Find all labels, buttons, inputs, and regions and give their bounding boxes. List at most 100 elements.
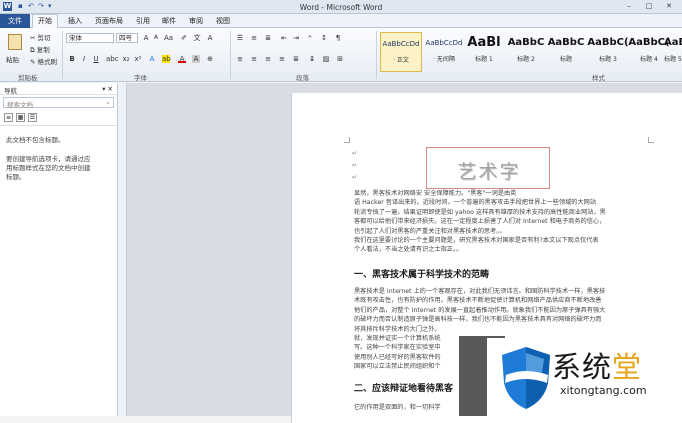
title-bar: W ▪ ↶ ↷ ▾ Word - Microsoft Word – □ ✕ [0,0,682,14]
format-painter-label: 格式刷 [37,58,58,66]
clear-format-icon[interactable]: ✐ [180,34,188,42]
watermark-logo-text: 系统堂 [552,344,642,386]
tab-file[interactable]: 文件 [0,14,30,28]
superscript-icon[interactable]: x² [134,55,142,63]
style-label: 标题 5 [664,56,682,63]
body-line: 轮流专挡了一遍，结果证明即使是如 yahoo 这样具有雄厚的技术支持的高性能商业… [354,208,606,216]
tab-insert[interactable]: 插入 [68,16,82,26]
tab-review[interactable]: 审阅 [189,16,203,26]
tab-home[interactable]: 开始 [32,14,58,29]
style-preview: AaBbCcDd [382,40,420,48]
cut-button[interactable]: ✂ 剪切 [30,32,51,42]
style-preview: AaBbC [507,37,545,48]
multilevel-list-icon[interactable]: ≣ [264,34,272,42]
numbering-icon[interactable]: ≡ [250,34,258,42]
shrink-font-icon[interactable]: A [152,34,160,42]
underline-button[interactable]: U [92,55,100,63]
align-left-icon[interactable]: ≡ [236,55,244,63]
decrease-indent-icon[interactable]: ⇤ [280,34,288,42]
highlight-icon[interactable]: ab [162,55,171,63]
style-heading-3[interactable]: AaBbC( 标题 3 [587,32,629,72]
nav-pane-title: 导航 [4,87,17,95]
sort-icon[interactable]: ↕ [320,34,328,42]
style-normal[interactable]: AaBbCcDd · 正文 [380,32,422,72]
style-heading-1[interactable]: AaBl 标题 1 [463,32,505,72]
enclose-char-icon[interactable]: ⊕ [206,55,214,63]
vertical-ruler [119,83,127,416]
close-button[interactable]: ✕ [660,1,678,12]
shading-icon[interactable]: ▨ [322,55,330,63]
change-case-icon[interactable]: Aa [164,34,173,42]
chinese-layout-icon[interactable]: ᴬ [306,34,314,42]
clipboard-group-label: 剪贴板 [18,74,38,82]
tab-references[interactable]: 引用 [136,16,150,26]
grow-font-icon[interactable]: A [142,34,150,42]
style-label: 标题 3 [599,56,617,63]
style-no-spacing[interactable]: AaBbCcDd · 无间隔 [423,32,465,72]
strikethrough-icon[interactable]: abc [106,55,119,63]
align-right-icon[interactable]: ≡ [264,55,272,63]
paragraph-group-label: 段落 [296,74,309,82]
style-heading-5[interactable]: AaBbC 标题 5 [664,32,682,72]
increase-indent-icon[interactable]: ⇥ [292,34,300,42]
navigation-pane: 导航 ▾ ✕ 搜索文档 ⌕ ≡ ▦ ☰ 此文档不包含标题。 要创建导航选项卡，请… [0,83,118,416]
headings-view-icon[interactable]: ≡ [4,113,13,122]
style-title[interactable]: AaBbC 标题 [545,32,587,72]
style-label: 标题 1 [475,56,493,63]
copy-label: 复制 [36,46,50,54]
nav-search-input[interactable]: 搜索文档 ⌕ [3,97,114,109]
char-border-icon[interactable]: A [206,34,214,42]
bold-button[interactable]: B [68,55,76,63]
results-view-icon[interactable]: ☰ [28,113,37,122]
nav-hint: 要创建导航选项卡，请通过应 用标题样式在您的文档中创建 标题。 [0,153,117,184]
no-headings-text: 此文档不包含标题。 [6,136,65,144]
phonetic-guide-icon[interactable]: 文 [193,34,201,42]
minimize-button[interactable]: – [620,1,638,12]
justify-icon[interactable]: ≡ [278,55,286,63]
heading-1: 一、黑客技术属于科学技术的范畴 [354,270,490,280]
paste-icon[interactable] [8,34,22,50]
char-shading-icon[interactable]: A [192,55,200,63]
font-color-icon[interactable]: A [178,55,186,63]
copy-button[interactable]: ⧉ 复制 [30,44,50,55]
format-painter-button[interactable]: ✎ 格式刷 [30,56,57,66]
distributed-icon[interactable]: ≣ [292,55,300,63]
font-size-select[interactable]: 四号 [116,33,138,43]
text-effects-icon[interactable]: A [148,55,156,63]
window-title: Word - Microsoft Word [299,3,383,12]
align-center-icon[interactable]: ≡ [250,55,258,63]
nav-search-placeholder: 搜索文档 [7,101,33,109]
paste-button[interactable]: 粘贴 [6,54,19,64]
nav-hint-line: 要创建导航选项卡，请通过应 [6,155,91,163]
styles-group-label: 样式 [592,74,605,82]
pages-view-icon[interactable]: ▦ [16,113,25,122]
body-line: 显然，黑客技术对网络安 安全保障能力。"黑客"一词是由英 [354,190,517,197]
body-line: 我们在这里要讨论的一个主要问题是，研究黑客技术对国家是否有利?本文以下观点仅代表 [354,237,599,244]
bullets-icon[interactable]: ☰ [236,34,244,42]
maximize-button[interactable]: □ [640,1,658,12]
show-marks-icon[interactable]: ¶ [334,34,342,42]
style-preview: AaBbCcDd [425,39,463,47]
paragraph-mark: ↵ [352,150,358,157]
close-icon[interactable]: ▾ ✕ [102,85,113,93]
tab-view[interactable]: 视图 [216,16,230,26]
watermark-url: xitongtang.com [560,384,647,397]
tab-mailings[interactable]: 邮件 [162,16,176,26]
style-label: · 正文 [393,57,409,64]
subscript-icon[interactable]: x₂ [122,55,130,63]
line-spacing-icon[interactable]: ↨ [308,55,316,63]
watermark-text-accent: 堂 [612,350,643,384]
borders-icon[interactable]: ⊞ [336,55,344,63]
search-icon[interactable]: ⌕ [106,99,110,108]
nav-pane-header: 导航 ▾ ✕ [0,83,117,95]
separator [62,31,63,79]
font-group-label: 字体 [134,74,147,82]
ribbon-tabs: 插入 页面布局 引用 邮件 审阅 视图 [0,14,682,28]
separator [230,31,231,79]
style-heading-2[interactable]: AaBbC 标题 2 [505,32,547,72]
body-line: 的破坏力而否认制造原子弹是高科技一样，我们也不能因为黑客技术具有对网络的破坏力而 [354,316,602,324]
tab-page-layout[interactable]: 页面布局 [95,16,123,26]
style-preview: AaBbC( [587,37,629,48]
font-name-select[interactable]: 宋体 [66,33,114,43]
italic-button[interactable]: I [80,55,88,63]
